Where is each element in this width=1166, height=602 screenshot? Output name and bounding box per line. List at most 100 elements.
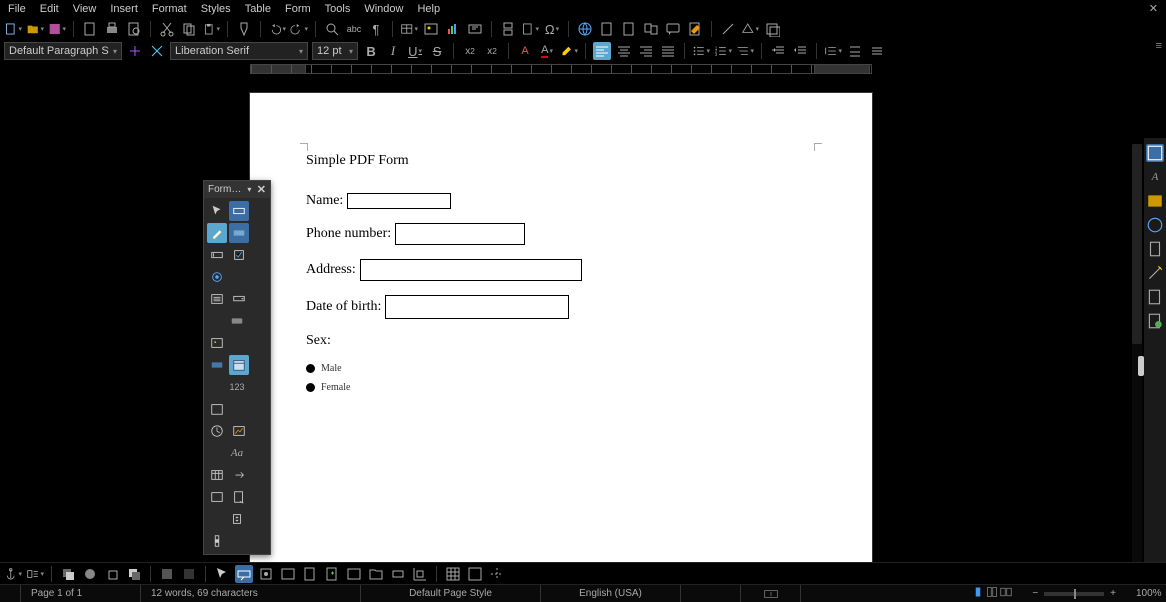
to-back-button[interactable] (125, 565, 143, 583)
new-style-button[interactable] (148, 42, 166, 60)
currency-field-icon[interactable] (207, 399, 227, 419)
font-size-combo[interactable]: ▾ (312, 42, 358, 60)
auto-focus-button[interactable] (389, 565, 407, 583)
insert-field-button[interactable] (521, 20, 539, 38)
font-name-combo[interactable]: ▾ (170, 42, 308, 60)
styles-sidebar-icon[interactable]: A (1146, 168, 1164, 186)
cut-button[interactable] (158, 20, 176, 38)
spinbutton-icon[interactable] (227, 509, 247, 529)
menu-format[interactable]: Format (152, 3, 187, 15)
menu-view[interactable]: View (73, 3, 97, 15)
insert-table-button[interactable] (400, 20, 418, 38)
grid-button[interactable] (444, 565, 462, 583)
scrollbar-icon[interactable] (207, 531, 227, 551)
save-button[interactable] (48, 20, 66, 38)
open-readonly-button[interactable] (367, 565, 385, 583)
paragraph-style-input[interactable] (9, 45, 109, 57)
paragraph-style-combo[interactable]: ▾ (4, 42, 122, 60)
form-nav-button[interactable] (301, 565, 319, 583)
window-close-button[interactable]: ✕ (1149, 2, 1158, 15)
paste-button[interactable] (202, 20, 220, 38)
formatted-field-icon[interactable] (207, 355, 227, 375)
align-left-button[interactable] (593, 42, 611, 60)
footnote-button[interactable] (598, 20, 616, 38)
font-size-input[interactable] (317, 45, 345, 57)
gallery-icon[interactable] (1146, 192, 1164, 210)
comment-button[interactable] (664, 20, 682, 38)
dropdown-icon[interactable]: ▾ (299, 47, 303, 56)
forward-button[interactable] (81, 565, 99, 583)
form-design-button[interactable] (235, 565, 253, 583)
name-textbox[interactable] (347, 193, 451, 209)
bold-button[interactable]: B (362, 42, 380, 60)
anchor-button[interactable] (4, 565, 22, 583)
clone-format-button[interactable] (235, 20, 253, 38)
select-tool-icon[interactable] (207, 201, 227, 221)
undo-button[interactable] (268, 20, 286, 38)
align-right-button[interactable] (637, 42, 655, 60)
navigator-icon[interactable] (1146, 216, 1164, 234)
open-button[interactable] (26, 20, 44, 38)
checkbox-icon[interactable] (229, 245, 249, 265)
italic-button[interactable]: I (384, 42, 402, 60)
groupbox-icon[interactable]: Aa (227, 443, 247, 463)
activation-order-button[interactable] (345, 565, 363, 583)
hyperlink-button[interactable] (576, 20, 594, 38)
menu-window[interactable]: Window (364, 3, 403, 15)
justify-button[interactable] (659, 42, 677, 60)
menu-insert[interactable]: Insert (110, 3, 138, 15)
spellcheck-button[interactable]: abc (345, 20, 363, 38)
clear-format-button[interactable]: A (516, 42, 534, 60)
menu-help[interactable]: Help (417, 3, 440, 15)
menu-styles[interactable]: Styles (201, 3, 231, 15)
page-break-button[interactable] (499, 20, 517, 38)
highlight-button[interactable] (560, 42, 578, 60)
menu-edit[interactable]: Edit (40, 3, 59, 15)
line-tool-button[interactable] (719, 20, 737, 38)
position-size-button[interactable] (411, 565, 429, 583)
print-button[interactable] (103, 20, 121, 38)
page-content[interactable]: Simple PDF Form Name: Phone number: Addr… (250, 93, 872, 411)
dropdown-icon[interactable]: ▾ (349, 47, 353, 56)
numeric-field-icon[interactable]: 123 (227, 377, 247, 397)
track-changes-button[interactable] (686, 20, 704, 38)
style-inspector-icon[interactable] (1146, 264, 1164, 282)
male-radio[interactable] (306, 364, 315, 373)
background-button[interactable] (180, 565, 198, 583)
zoom-slider[interactable] (1044, 592, 1104, 596)
form-panel-close-button[interactable]: ✕ (257, 183, 266, 196)
decrease-indent-button[interactable] (791, 42, 809, 60)
nav-bar-icon[interactable] (229, 465, 249, 485)
time-field-icon[interactable] (207, 421, 227, 441)
select-draw-button[interactable] (213, 565, 231, 583)
formatting-marks-button[interactable]: ¶ (367, 20, 385, 38)
book-view-icon[interactable] (1000, 586, 1012, 601)
superscript-button[interactable]: x2 (461, 42, 479, 60)
insert-textbox-button[interactable] (466, 20, 484, 38)
word-count-status[interactable]: 12 words, 69 characters (141, 585, 361, 602)
menu-tools[interactable]: Tools (325, 3, 351, 15)
phone-textbox[interactable] (395, 223, 525, 245)
listbox-icon[interactable] (207, 289, 227, 309)
redo-button[interactable] (290, 20, 308, 38)
underline-button[interactable]: U (406, 42, 424, 60)
female-radio[interactable] (306, 383, 315, 392)
form-props-button[interactable] (279, 565, 297, 583)
helplines-button[interactable] (488, 565, 506, 583)
update-style-button[interactable] (126, 42, 144, 60)
menu-table[interactable]: Table (245, 3, 271, 15)
multi-page-view-icon[interactable] (986, 586, 998, 601)
design-mode-icon[interactable] (229, 201, 249, 221)
menu-file[interactable]: File (8, 3, 26, 15)
file-selection-icon[interactable] (229, 487, 249, 507)
dropdown-icon[interactable]: ▾ (113, 47, 117, 56)
wizards-icon[interactable] (207, 223, 227, 243)
print-preview-button[interactable] (125, 20, 143, 38)
save-status-icon[interactable] (0, 585, 21, 602)
document-page[interactable]: Simple PDF Form Name: Phone number: Addr… (250, 93, 872, 562)
radiobutton-icon[interactable] (207, 267, 227, 287)
form-controls-panel[interactable]: Form ... ▾ ✕ 123 Aa (203, 180, 271, 555)
insert-mode-status[interactable] (681, 585, 741, 602)
accessibility-icon[interactable] (1146, 312, 1164, 330)
page-icon[interactable] (1146, 240, 1164, 258)
